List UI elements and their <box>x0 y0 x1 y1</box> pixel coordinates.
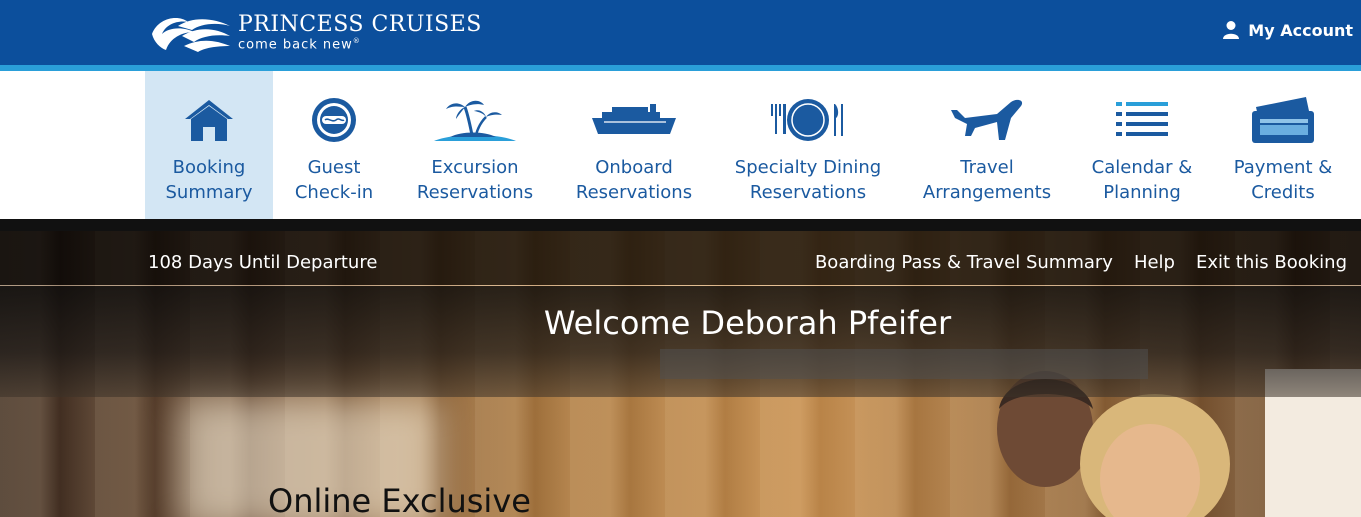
nav-item-calendar-planning[interactable]: Calendar & Planning <box>1071 71 1213 219</box>
nav-label: Onboard Reservations <box>575 157 693 203</box>
airplane-icon <box>951 99 1023 140</box>
booking-subnav: 108 Days Until Departure Boarding Pass &… <box>0 231 1361 285</box>
nav-label: Excursion Reservations <box>416 157 534 203</box>
nav-label: Travel Arrangements <box>922 157 1052 203</box>
nav-label: Guest Check-in <box>294 157 374 203</box>
princess-seawitch-logo-icon <box>152 18 230 52</box>
my-account-link[interactable]: My Account <box>1222 20 1353 40</box>
welcome-heading: Welcome Deborah Pfeifer <box>543 304 952 342</box>
nav-item-payment-credits[interactable]: Payment & Credits <box>1213 71 1353 219</box>
nav-label: Specialty Dining Reservations <box>734 157 882 203</box>
nav-label: Payment & Credits <box>1233 157 1333 203</box>
main-nav: Booking Summary Guest Check-in Excursion… <box>145 71 1353 219</box>
user-icon <box>1223 21 1240 39</box>
my-account-label: My Account <box>1248 20 1353 40</box>
house-icon <box>185 100 233 141</box>
list-icon <box>1116 102 1168 136</box>
nav-item-travel-arrangements[interactable]: Travel Arrangements <box>903 71 1071 219</box>
exit-booking-link[interactable]: Exit this Booking <box>1196 252 1347 273</box>
nav-label: Calendar & Planning <box>1091 157 1193 203</box>
promo-title: Online Exclusive <box>268 482 531 517</box>
credit-card-icon <box>1252 97 1314 143</box>
princess-logo[interactable]: PRINCESS CRUISES come back new® <box>148 12 482 54</box>
hero-banner: 108 Days Until Departure Boarding Pass &… <box>0 219 1361 517</box>
departure-countdown: 108 Days Until Departure <box>148 252 378 273</box>
hero-top-edge <box>0 219 1361 231</box>
boarding-pass-link[interactable]: Boarding Pass & Travel Summary <box>815 252 1113 273</box>
life-ring-icon <box>312 98 356 142</box>
nav-item-specialty-dining[interactable]: Specialty Dining Reservations <box>713 71 903 219</box>
trademark-symbol: ® <box>352 37 361 46</box>
nav-label: Booking Summary <box>165 157 253 203</box>
dining-plate-icon <box>771 99 843 141</box>
brand-name: PRINCESS CRUISES <box>238 12 482 38</box>
nav-item-onboard-reservations[interactable]: Onboard Reservations <box>555 71 713 219</box>
subnav-links: Boarding Pass & Travel Summary Help Exit… <box>815 252 1347 273</box>
ship-icon <box>592 104 676 134</box>
welcome-underline-bar <box>660 349 1148 379</box>
palm-island-icon <box>434 100 516 141</box>
nav-item-booking-summary[interactable]: Booking Summary <box>145 71 273 219</box>
nav-item-excursion-reservations[interactable]: Excursion Reservations <box>395 71 555 219</box>
help-link[interactable]: Help <box>1134 252 1175 273</box>
brand-tagline: come back new® <box>238 37 361 53</box>
top-brand-bar: PRINCESS CRUISES come back new® My Accou… <box>0 0 1361 65</box>
nav-item-guest-checkin[interactable]: Guest Check-in <box>273 71 395 219</box>
